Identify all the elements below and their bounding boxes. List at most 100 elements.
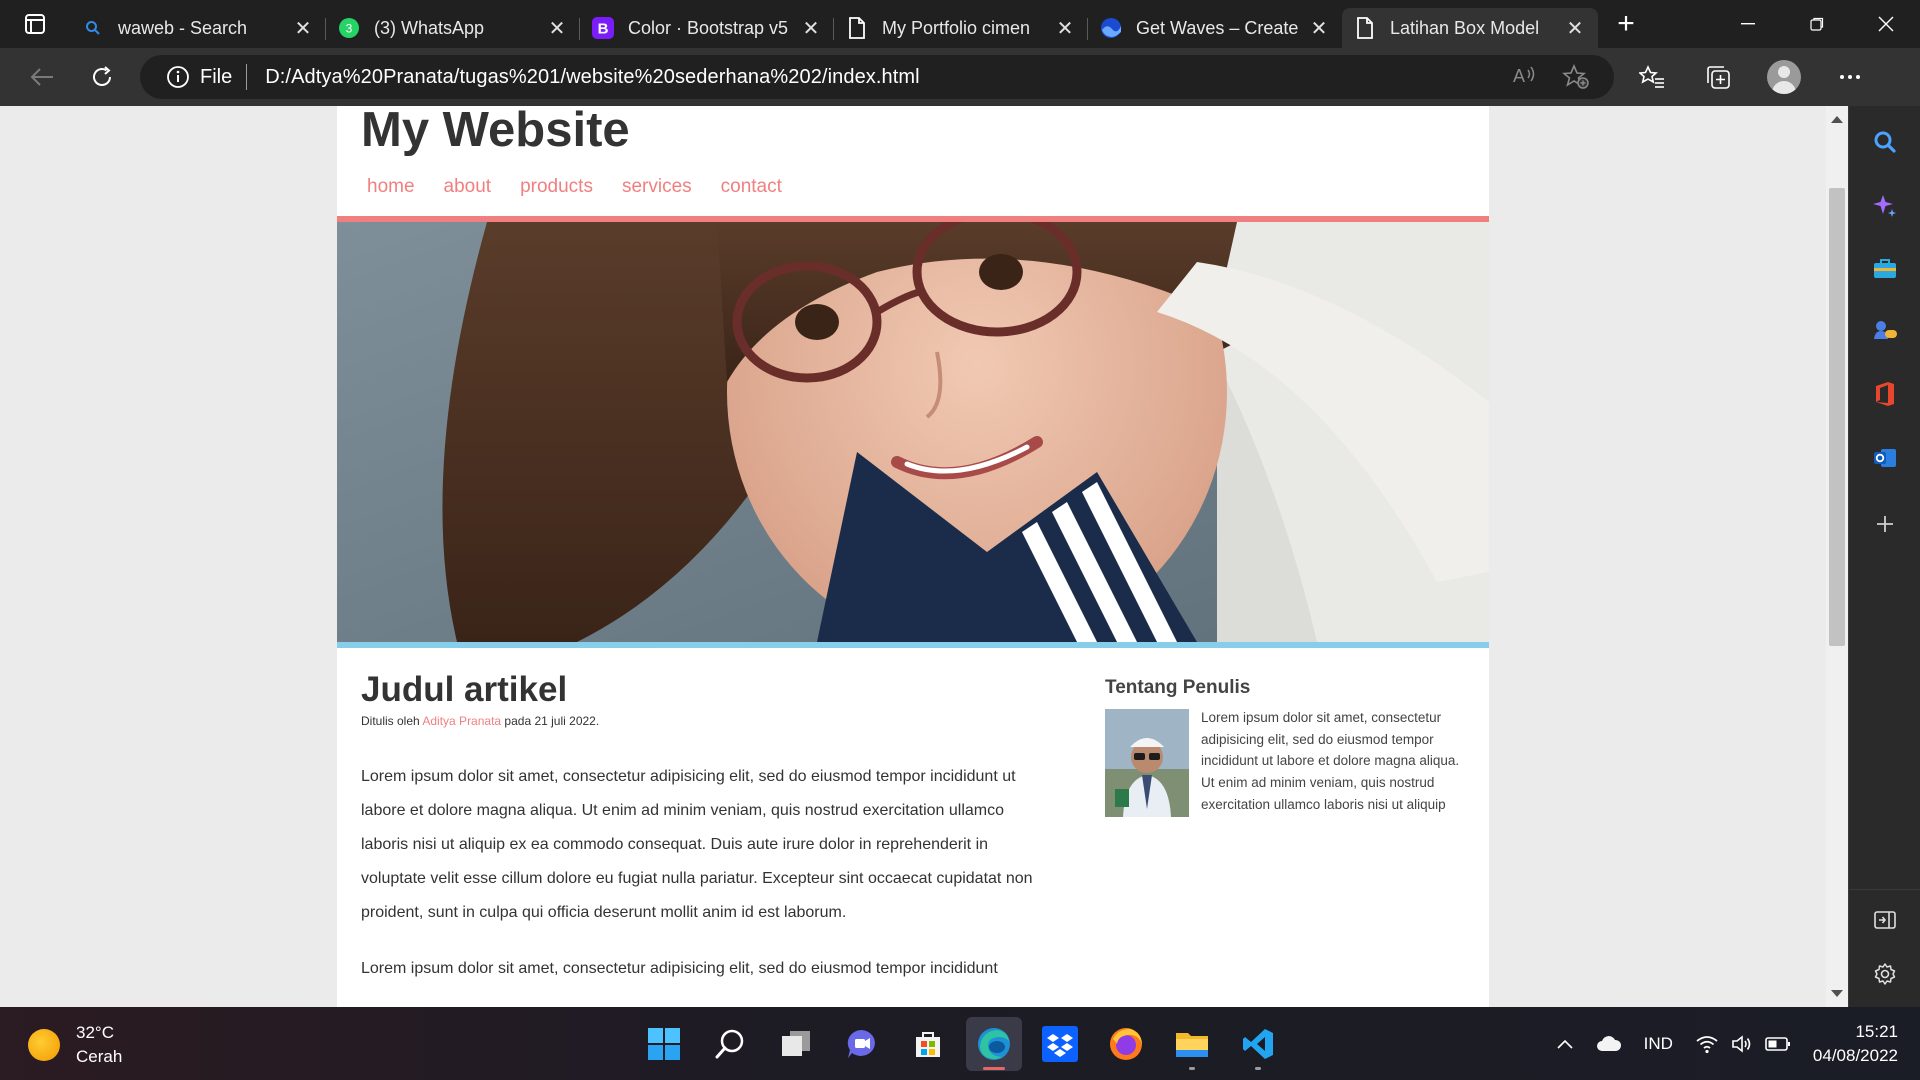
weather-widget[interactable]: 32°C Cerah — [28, 1021, 122, 1069]
close-tab-icon[interactable]: ✕ — [292, 16, 314, 41]
tab-title: Get Waves – Create — [1136, 17, 1299, 38]
close-tab-icon[interactable]: ✕ — [546, 16, 568, 41]
minimize-button[interactable] — [1713, 0, 1782, 48]
restore-button[interactable] — [1782, 0, 1851, 48]
tab-waweb-search[interactable]: waweb - Search ✕ — [70, 8, 326, 48]
start-button[interactable] — [636, 1017, 692, 1071]
dropbox-button[interactable] — [1032, 1017, 1088, 1071]
sidebar-hide-button[interactable] — [1849, 889, 1920, 949]
divider — [246, 64, 248, 90]
sidebar-office-button[interactable] — [1849, 372, 1920, 416]
battery-button[interactable] — [1765, 1036, 1791, 1052]
file-explorer-button[interactable] — [1164, 1017, 1220, 1071]
task-view-icon — [782, 1031, 810, 1056]
sidebar-outlook-button[interactable] — [1849, 436, 1920, 480]
close-tab-icon[interactable]: ✕ — [1054, 16, 1076, 41]
waves-icon — [1100, 17, 1122, 39]
new-tab-button[interactable]: + — [1598, 0, 1654, 48]
dropbox-icon — [1042, 1026, 1078, 1062]
taskbar-search-button[interactable] — [702, 1017, 758, 1071]
info-icon[interactable] — [166, 65, 190, 89]
sidebar-games-button[interactable] — [1849, 308, 1920, 352]
scroll-up-icon[interactable] — [1831, 116, 1843, 123]
plus-icon: + — [1617, 7, 1635, 40]
page-icon — [1354, 17, 1376, 39]
file-explorer-icon — [1176, 1033, 1208, 1057]
scrollbar-thumb[interactable] — [1829, 188, 1845, 646]
close-tab-icon[interactable]: ✕ — [1308, 16, 1330, 41]
language-indicator[interactable]: IND — [1644, 1034, 1673, 1054]
url-text[interactable]: D:/Adtya%20Pranata/tugas%201/website%20s… — [265, 66, 1512, 89]
author-aside: Tentang Penulis Lorem ipsum dolor sit am… — [1105, 677, 1465, 817]
firefox-button[interactable] — [1098, 1017, 1154, 1071]
tab-actions-button[interactable] — [0, 0, 70, 48]
tab-latihan-box-model[interactable]: Latihan Box Model ✕ — [1342, 8, 1598, 48]
back-button[interactable] — [14, 53, 70, 101]
site-title: My Website — [361, 106, 630, 157]
nav-link-products[interactable]: products — [520, 176, 593, 198]
author-photo — [1105, 709, 1189, 817]
close-tab-icon[interactable]: ✕ — [800, 16, 822, 41]
refresh-button[interactable] — [74, 53, 130, 101]
scheme-label: File — [200, 65, 233, 88]
page-viewport: My Website home about products services … — [0, 106, 1829, 1007]
nav-link-services[interactable]: services — [622, 176, 692, 198]
task-view-button[interactable] — [768, 1017, 824, 1071]
svg-text:3: 3 — [346, 22, 353, 36]
page-scrollbar[interactable] — [1826, 106, 1848, 1007]
sidebar-tools-button[interactable] — [1849, 246, 1920, 290]
sidebar-add-button[interactable] — [1849, 502, 1920, 546]
collections-button[interactable] — [1690, 53, 1746, 101]
nav-link-about[interactable]: about — [444, 176, 492, 198]
sidebar-discover-button[interactable] — [1849, 184, 1920, 228]
teams-chat-button[interactable] — [834, 1017, 890, 1071]
volume-button[interactable] — [1731, 1034, 1753, 1054]
read-aloud-icon[interactable]: A — [1512, 64, 1538, 88]
close-tab-icon[interactable]: ✕ — [1564, 16, 1586, 41]
nav-link-contact[interactable]: contact — [721, 176, 782, 198]
byline-prefix: Ditulis oleh — [361, 714, 423, 728]
nav-link-home[interactable]: home — [367, 176, 415, 198]
profile-button[interactable] — [1756, 53, 1812, 101]
sidebar-settings-button[interactable] — [1849, 952, 1920, 996]
browser-toolbar: File D:/Adtya%20Pranata/tugas%201/websit… — [0, 48, 1920, 106]
back-arrow-icon — [30, 68, 53, 86]
refresh-icon — [93, 66, 111, 86]
hero-banner — [337, 216, 1489, 648]
clock[interactable]: 15:21 04/08/2022 — [1813, 1020, 1898, 1068]
edge-sidebar — [1848, 106, 1920, 1007]
sidebar-search-button[interactable] — [1849, 120, 1920, 164]
favorites-button[interactable] — [1624, 53, 1680, 101]
website-container: My Website home about products services … — [337, 106, 1489, 1007]
wifi-button[interactable] — [1695, 1034, 1719, 1054]
tab-my-portfolio[interactable]: My Portfolio cimen ✕ — [834, 8, 1088, 48]
more-icon — [1840, 75, 1860, 79]
volume-icon — [1732, 1034, 1751, 1053]
add-favorite-icon[interactable] — [1562, 64, 1590, 90]
show-hidden-icons-button[interactable] — [1556, 1038, 1574, 1050]
hero-photo — [337, 222, 1489, 642]
vscode-button[interactable] — [1230, 1017, 1286, 1071]
system-tray: IND 15:21 04/08/2022 — [1556, 1007, 1920, 1080]
clock-date: 04/08/2022 — [1812, 1045, 1898, 1065]
tab-get-waves[interactable]: Get Waves – Create ✕ — [1088, 8, 1342, 48]
edge-taskbar-button[interactable] — [966, 1017, 1022, 1071]
tab-bootstrap-color[interactable]: B Color · Bootstrap v5 ✕ — [580, 8, 834, 48]
store-button[interactable] — [900, 1017, 956, 1071]
settings-more-button[interactable] — [1822, 53, 1878, 101]
sun-icon — [28, 1029, 60, 1061]
article-paragraph: Lorem ipsum dolor sit amet, consectetur … — [361, 768, 1033, 921]
article-title: Judul artikel — [361, 670, 568, 709]
scroll-down-icon[interactable] — [1831, 990, 1843, 997]
firefox-icon — [1110, 1028, 1142, 1060]
author-link[interactable]: Aditya Pranata — [422, 714, 501, 728]
onedrive-button[interactable] — [1596, 1035, 1622, 1052]
address-bar[interactable]: File D:/Adtya%20Pranata/tugas%201/websit… — [140, 55, 1614, 99]
close-window-button[interactable] — [1851, 0, 1920, 48]
games-icon — [1874, 321, 1897, 339]
collections-icon — [1707, 66, 1730, 89]
favorites-icon — [1639, 65, 1664, 88]
tab-whatsapp[interactable]: 3 (3) WhatsApp ✕ — [326, 8, 580, 48]
vscode-icon — [1243, 1029, 1273, 1059]
taskbar-apps — [636, 1017, 1286, 1071]
